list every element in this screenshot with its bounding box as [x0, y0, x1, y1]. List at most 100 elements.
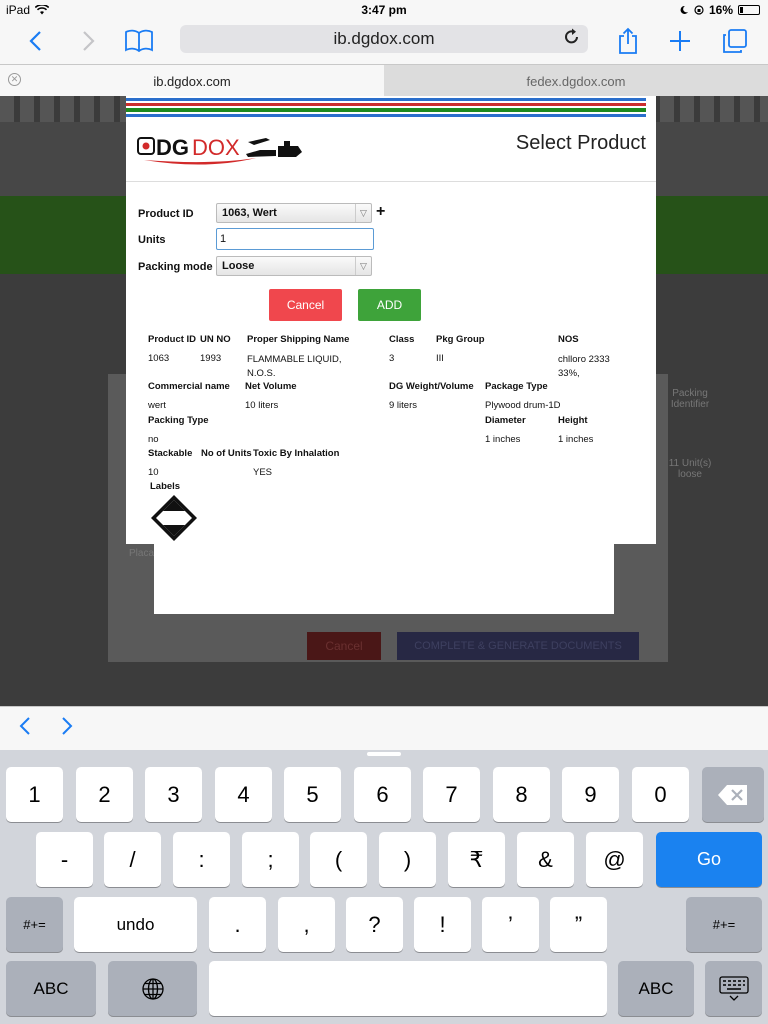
un-no-cell: 1993 — [200, 353, 222, 364]
key-at[interactable]: @ — [586, 832, 643, 887]
symbols-key-right[interactable]: #+= — [686, 897, 762, 952]
delete-key[interactable] — [702, 767, 764, 822]
key-hyphen[interactable]: - — [36, 832, 93, 887]
pkg-group-cell: III — [436, 353, 444, 364]
net-volume-cell: 10 liters — [245, 400, 279, 411]
logo-dox: DOX — [192, 135, 240, 160]
add-button[interactable]: ADD — [358, 289, 421, 321]
orientation-lock-icon — [694, 5, 704, 15]
key-close-paren[interactable]: ) — [379, 832, 436, 887]
key-quote[interactable]: ” — [550, 897, 607, 952]
product-id-value: 1063, Wert — [222, 207, 277, 219]
forward-icon[interactable] — [76, 24, 102, 58]
share-icon[interactable] — [614, 24, 642, 58]
key-apostrophe[interactable]: ’ — [482, 897, 539, 952]
chevron-down-icon: ▽ — [355, 204, 371, 222]
toxic-header: Toxic By Inhalation — [253, 448, 340, 459]
dismiss-keyboard-key[interactable] — [705, 961, 762, 1016]
key-7[interactable]: 7 — [423, 767, 480, 822]
packing-mode-label: Packing mode — [138, 261, 213, 273]
packing-mode-select[interactable]: Loose ▽ — [216, 256, 372, 276]
key-9[interactable]: 9 — [562, 767, 619, 822]
browser-tabs: ✕ ib.dgdox.com fedex.dgdox.com — [0, 64, 768, 97]
browser-toolbar: ib.dgdox.com — [0, 20, 768, 64]
toxic-cell: YES — [253, 467, 273, 478]
key-colon[interactable]: : — [173, 832, 230, 887]
back-icon[interactable] — [22, 24, 48, 58]
abc-key-right[interactable]: ABC — [618, 961, 694, 1016]
modal-divider — [126, 181, 656, 182]
bookmarks-icon[interactable] — [122, 24, 156, 58]
space-key[interactable] — [209, 961, 607, 1016]
net-volume-header: Net Volume — [245, 381, 297, 392]
pkg-group-header: Pkg Group — [436, 334, 485, 345]
undo-key[interactable]: undo — [74, 897, 197, 952]
key-4[interactable]: 4 — [215, 767, 272, 822]
nos-header: NOS — [558, 334, 579, 345]
key-semicolon[interactable]: ; — [242, 832, 299, 887]
key-8[interactable]: 8 — [493, 767, 550, 822]
background-cancel-button: Cancel — [307, 632, 381, 660]
tab-fedex-dgdox[interactable]: fedex.dgdox.com — [384, 65, 768, 97]
key-rupee[interactable]: ₹ — [448, 832, 505, 887]
diameter-header: Diameter — [485, 415, 526, 426]
language-key[interactable] — [108, 961, 197, 1016]
tabs-icon[interactable] — [718, 24, 752, 58]
status-bar: iPad 3:47 pm 16% — [0, 0, 768, 20]
diameter-cell: 1 inches — [485, 434, 521, 445]
key-6[interactable]: 6 — [354, 767, 411, 822]
key-2[interactable]: 2 — [76, 767, 133, 822]
address-bar[interactable]: ib.dgdox.com — [180, 25, 588, 53]
dg-weight-cell: 9 liters — [389, 400, 417, 411]
keyboard-dismiss-icon — [718, 975, 749, 1001]
product-id-select[interactable]: 1063, Wert ▽ — [216, 203, 372, 223]
shipping-name-header: Proper Shipping Name — [247, 334, 350, 345]
key-open-paren[interactable]: ( — [310, 832, 367, 887]
cancel-button[interactable]: Cancel — [269, 289, 342, 321]
next-field-icon[interactable] — [60, 715, 74, 744]
tab-label: fedex.dgdox.com — [526, 73, 626, 89]
hazard-label-icon — [151, 495, 197, 541]
nos-cell: chlloro 2333 33%, — [558, 354, 610, 379]
close-tab-icon[interactable]: ✕ — [8, 73, 21, 86]
background-textarea — [154, 544, 614, 614]
key-exclamation[interactable]: ! — [414, 897, 471, 952]
stackable-header: Stackable — [148, 448, 193, 459]
key-period[interactable]: . — [209, 897, 266, 952]
key-slash[interactable]: / — [104, 832, 161, 887]
key-comma[interactable]: , — [278, 897, 335, 952]
commercial-name-header: Commercial name — [148, 381, 230, 392]
chevron-down-icon: ▽ — [355, 257, 371, 275]
key-1[interactable]: 1 — [6, 767, 63, 822]
key-question[interactable]: ? — [346, 897, 403, 952]
keyboard-grabber[interactable] — [367, 752, 401, 756]
go-key[interactable]: Go — [656, 832, 762, 887]
class-cell: 3 — [389, 353, 395, 364]
add-product-icon[interactable]: + — [376, 203, 385, 221]
product-id-label: Product ID — [138, 208, 194, 220]
moon-icon — [680, 5, 688, 14]
background-placard-text: Placa — [129, 548, 155, 559]
key-0[interactable]: 0 — [632, 767, 689, 822]
packing-type-header: Packing Type — [148, 415, 209, 426]
new-tab-icon[interactable] — [664, 24, 696, 58]
modal-stripe — [126, 96, 646, 120]
key-3[interactable]: 3 — [145, 767, 202, 822]
un-no-header: UN NO — [200, 334, 231, 345]
key-5[interactable]: 5 — [284, 767, 341, 822]
class-header: Class — [389, 334, 415, 345]
battery-icon — [738, 5, 760, 15]
background-complete-button: COMPLETE & GENERATE DOCUMENTS — [397, 632, 639, 660]
symbols-key-left[interactable]: #+= — [6, 897, 63, 952]
globe-icon — [141, 977, 164, 1000]
logo-dg: DG — [156, 135, 189, 160]
tab-ib-dgdox[interactable]: ✕ ib.dgdox.com — [0, 65, 384, 97]
units-input[interactable] — [216, 228, 374, 250]
packing-mode-value: Loose — [222, 260, 255, 272]
previous-field-icon[interactable] — [18, 715, 32, 744]
abc-key-left[interactable]: ABC — [6, 961, 96, 1016]
reload-icon[interactable] — [564, 28, 580, 52]
height-cell: 1 inches — [558, 434, 594, 445]
key-ampersand[interactable]: & — [517, 832, 574, 887]
status-time: 3:47 pm — [361, 3, 407, 17]
